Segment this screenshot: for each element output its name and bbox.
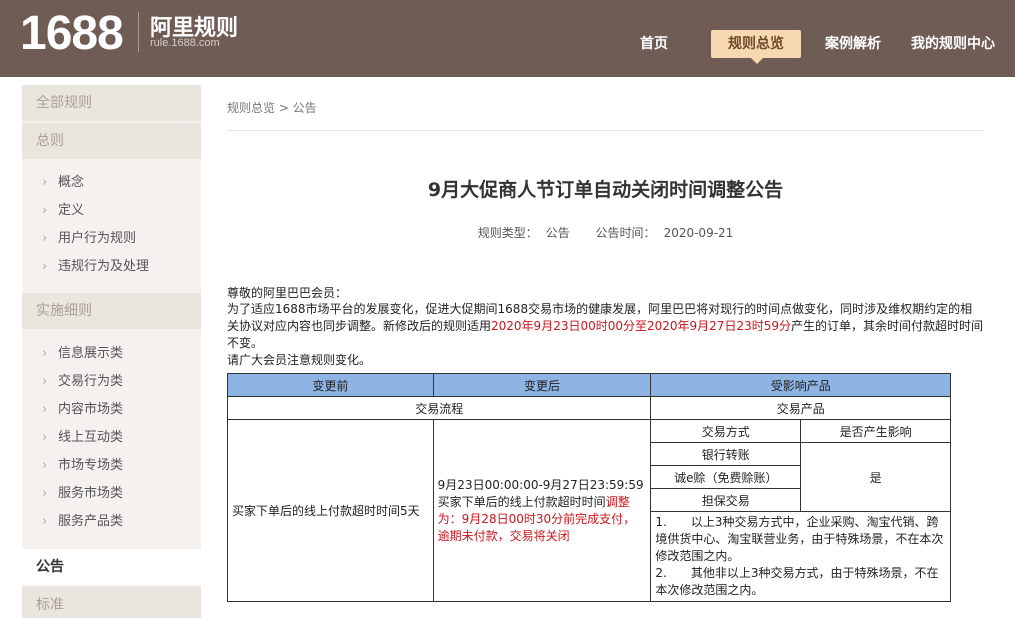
td-impact-header: 是否产生影响 — [800, 419, 951, 443]
td-notes: 1. 以上3种交易方式中，企业采购、淘宝代销、跨境供货中心、淘宝联营业务，由于特… — [650, 511, 951, 602]
sidebar-all-rules[interactable]: 全部规则 — [22, 85, 201, 121]
logo-divider — [138, 12, 139, 52]
divider — [227, 130, 984, 131]
td-trade-product: 交易产品 — [650, 396, 951, 420]
sidebar-item-concept[interactable]: 概念 — [22, 169, 201, 197]
rule-meta: 规则类型： 公告 公告时间： 2020-09-21 — [227, 224, 984, 241]
meta-type-label: 规则类型： — [477, 226, 538, 240]
sidebar-item-market-special[interactable]: 市场专场类 — [22, 452, 201, 480]
announcement-body: 为了适应1688市场平台的发展变化，促进大促期间1688交易市场的健康发展，阿里… — [227, 301, 984, 369]
sidebar-item-definition[interactable]: 定义 — [22, 197, 201, 225]
sidebar-item-online-interaction[interactable]: 线上互动类 — [22, 424, 201, 452]
logo-1688[interactable]: 1688 — [20, 6, 124, 61]
td-impact-value: 是 — [800, 442, 951, 512]
sidebar-general[interactable]: 总则 — [22, 123, 201, 159]
th-after: 变更后 — [432, 373, 652, 397]
rules-change-table: 变更前 变更后 受影响产品 交易流程 交易产品 买家下单后的线上付款超时时间5天… — [226, 373, 951, 602]
sidebar: 全部规则 总则 概念 定义 用户行为规则 违规行为及处理 实施细则 信息展示类 … — [22, 85, 201, 618]
sidebar-standard[interactable]: 标准 — [22, 587, 201, 618]
sidebar-item-service-product[interactable]: 服务产品类 — [22, 508, 201, 536]
note-1: 1. 以上3种交易方式中，企业采购、淘宝代销、跨境供货中心、淘宝联营业务，由于特… — [655, 515, 944, 563]
nav-home[interactable]: 首页 — [640, 30, 668, 58]
sidebar-item-user-behavior[interactable]: 用户行为规则 — [22, 225, 201, 253]
sidebar-item-content-market[interactable]: 内容市场类 — [22, 396, 201, 424]
site-header: 1688 阿里规则 rule.1688.com 首页 规则总览 案例解析 我的规… — [0, 0, 1015, 77]
page-title: 9月大促商人节订单自动关闭时间调整公告 — [427, 179, 784, 201]
note-2: 2. 其他非以上3种交易方式，由于特殊场景，不在本次修改范围之内。 — [655, 566, 939, 597]
td-method-header: 交易方式 — [650, 419, 802, 443]
td-before-text: 买家下单后的线上付款超时时间5天 — [227, 419, 434, 602]
body-text-date-range: 2020年9月23日00时00分至2020年9月27日23时59分 — [491, 319, 791, 333]
nav-my-rules-center[interactable]: 我的规则中心 — [911, 30, 995, 58]
nav-rules-overview[interactable]: 规则总览 — [711, 30, 801, 64]
td-method-credit: 诚e赊（免费赊账） — [650, 465, 802, 489]
td-method-bank: 银行转账 — [650, 442, 802, 466]
meta-time-label: 公告时间： — [595, 226, 656, 240]
sidebar-item-violations[interactable]: 违规行为及处理 — [22, 253, 201, 281]
sidebar-item-service-market[interactable]: 服务市场类 — [22, 480, 201, 508]
td-after-text: 9月23日00:00:00-9月27日23:59:59买家下单后的线上付款超时时… — [432, 419, 652, 602]
td-method-escrow: 担保交易 — [650, 488, 802, 512]
logo-subtitle: rule.1688.com — [150, 37, 220, 49]
th-before: 变更前 — [227, 373, 434, 397]
sidebar-implementation[interactable]: 实施细则 — [22, 293, 201, 329]
body-text-c: 请广大会员注意规则变化。 — [227, 353, 372, 367]
meta-time-value: 2020-09-21 — [663, 226, 734, 240]
meta-type-value: 公告 — [545, 226, 570, 240]
nav-case-analysis[interactable]: 案例解析 — [825, 30, 881, 58]
th-affected-products: 受影响产品 — [650, 373, 951, 397]
sidebar-item-trade-behavior[interactable]: 交易行为类 — [22, 368, 201, 396]
td-trade-flow: 交易流程 — [226, 396, 652, 420]
sidebar-announcement[interactable]: 公告 — [22, 549, 201, 585]
greeting: 尊敬的阿里巴巴会员： — [227, 286, 348, 300]
breadcrumb[interactable]: 规则总览 > 公告 — [227, 99, 317, 116]
sidebar-item-info-display[interactable]: 信息展示类 — [22, 340, 201, 368]
